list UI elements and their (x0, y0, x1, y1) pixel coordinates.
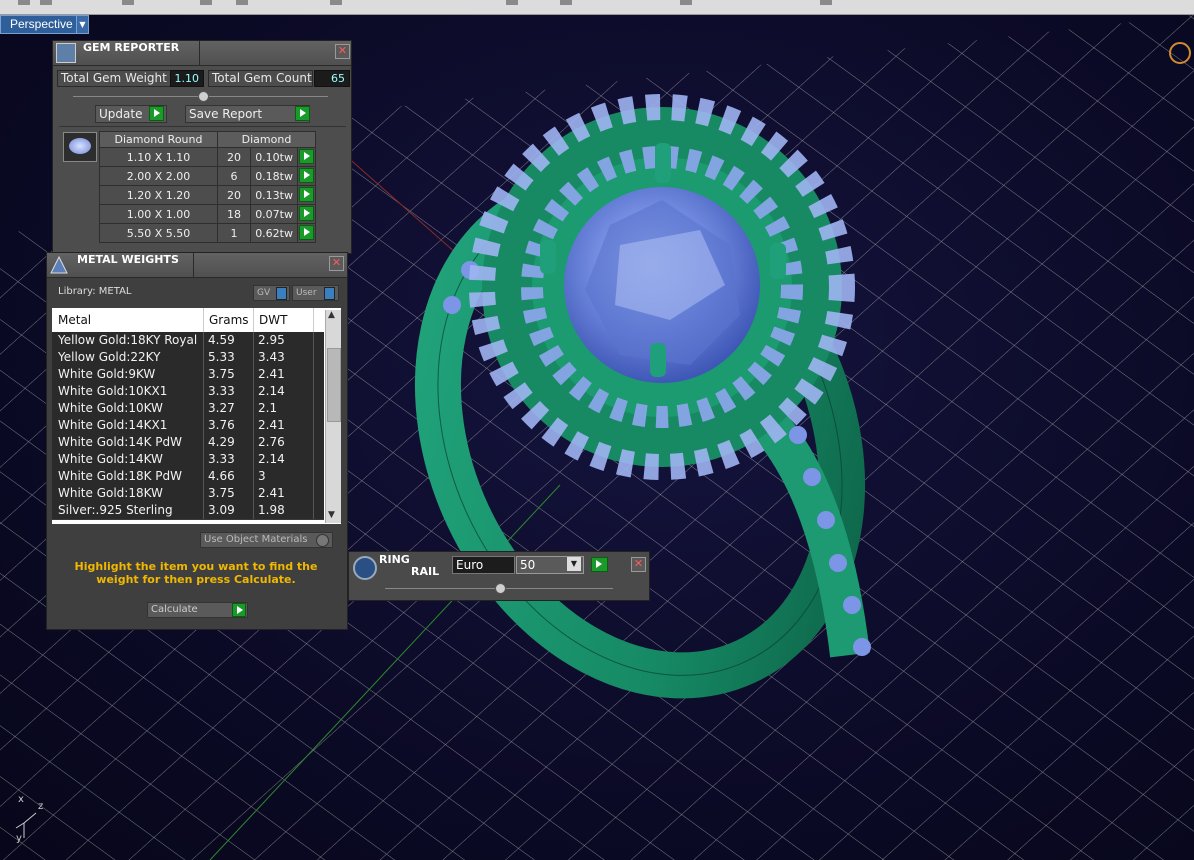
ring-rail-go-icon[interactable] (591, 557, 608, 572)
gem-row[interactable]: 2.00 X 2.00 6 0.18tw (99, 166, 316, 186)
prong (655, 143, 671, 183)
toolbar-icon[interactable] (40, 0, 52, 5)
toolbar-icon[interactable] (122, 0, 134, 5)
calculate-instruction: Highlight the item you want to find the … (74, 560, 318, 586)
gv-toggle-icon[interactable] (276, 287, 287, 300)
scroll-down-icon[interactable]: ▼ (328, 510, 335, 520)
use-object-materials-toggle[interactable]: Use Object Materials (200, 532, 333, 548)
gem-row-select-icon[interactable] (299, 187, 314, 202)
gem-reporter-title: GEM REPORTER (83, 41, 180, 54)
grams-column-header[interactable]: Grams (209, 313, 249, 327)
ring-size-standard-select[interactable]: Euro (452, 556, 515, 574)
dwt-column-header[interactable]: DWT (259, 313, 287, 327)
gem-table: Diamond Round Diamond 1.10 X 1.10 20 0.10t… (99, 131, 316, 243)
metal-row[interactable]: White Gold:14K PdW 4.29 2.76 (52, 434, 324, 452)
gem-row-select-icon[interactable] (299, 206, 314, 221)
metal-table: Metal Grams DWT Yellow Gold:18KY Royal 4.… (52, 308, 341, 524)
metal-column-header[interactable]: Metal (58, 313, 91, 327)
total-gem-weight-label: Total Gem Weight (57, 70, 173, 87)
ring-rail-close-icon[interactable]: ✕ (631, 557, 646, 572)
round-diamond-shape-icon (63, 132, 97, 162)
gem-row[interactable]: 1.10 X 1.10 20 0.10tw (99, 147, 316, 167)
toolbar-icon[interactable] (330, 0, 342, 5)
prong (770, 243, 786, 279)
viewport-menu-arrow-icon[interactable]: ▼ (76, 15, 89, 34)
prong (650, 343, 666, 377)
prong (540, 240, 556, 274)
axis-y-label: y (16, 833, 22, 844)
library-label: Library: METAL (58, 286, 132, 297)
toolbar-icon[interactable] (506, 0, 518, 5)
ring-rail-title-line2: RAIL (411, 565, 440, 578)
metal-weights-icon (49, 255, 69, 275)
gem-reporter-icon (56, 43, 76, 63)
gem-reporter-titlebar[interactable]: GEM REPORTER ✕ (53, 41, 351, 66)
toolbar-icon[interactable] (680, 0, 692, 5)
metal-row[interactable]: Yellow Gold:18KY Royal 4.59 2.95 (52, 332, 324, 350)
metal-row[interactable]: White Gold:14KX1 3.76 2.41 (52, 417, 324, 435)
metal-row[interactable]: White Gold:14KW 3.33 2.14 (52, 451, 324, 469)
save-report-button[interactable]: Save Report (185, 105, 310, 123)
metal-row[interactable]: White Gold:10KX1 3.33 2.14 (52, 383, 324, 401)
metal-row[interactable]: Yellow Gold:22KY 5.33 3.43 (52, 349, 324, 367)
total-gem-count-label: Total Gem Count (208, 70, 313, 87)
gem-header-material: Diamond (217, 131, 316, 148)
metal-table-header: Metal Grams DWT (52, 308, 324, 332)
metal-weights-titlebar[interactable]: METAL WEIGHTS ✕ (47, 253, 347, 278)
metal-row[interactable]: White Gold:10KW 3.27 2.1 (52, 400, 324, 418)
viewport-tab-perspective[interactable]: Perspective (0, 15, 79, 34)
ring-rail-title-line1: RING (379, 553, 410, 566)
gem-row[interactable]: 5.50 X 5.50 1 0.62tw (99, 223, 316, 243)
toolbar-icon[interactable] (200, 0, 212, 5)
metal-row[interactable]: Silver:.925 Sterling 3.09 1.98 (52, 502, 324, 520)
total-gem-count-value: 65 (314, 70, 350, 87)
top-toolbar[interactable] (0, 0, 1194, 15)
metal-row[interactable]: White Gold:18KW 3.75 2.41 (52, 485, 324, 503)
gem-header-shape: Diamond Round (99, 131, 218, 148)
scrollbar-thumb[interactable] (327, 348, 341, 422)
axis-x-label: x (18, 794, 24, 805)
metal-weights-title: METAL WEIGHTS (77, 253, 179, 266)
gem-reporter-slider-knob[interactable] (198, 91, 209, 102)
toolbar-icon[interactable] (236, 0, 248, 5)
metal-row[interactable]: White Gold:9KW 3.75 2.41 (52, 366, 324, 384)
scroll-up-icon[interactable]: ▲ (328, 310, 335, 320)
use-object-materials-radio-icon[interactable] (316, 534, 329, 547)
save-report-go-icon[interactable] (295, 106, 310, 121)
metal-table-scrollbar[interactable]: ▲ ▼ (325, 310, 341, 523)
gem-row[interactable]: 1.00 X 1.00 18 0.07tw (99, 204, 316, 224)
toolbar-icon[interactable] (560, 0, 572, 5)
metal-weights-close-icon[interactable]: ✕ (329, 256, 344, 271)
total-gem-weight-value: 1.10 (170, 70, 204, 87)
gem-reporter-panel: GEM REPORTER ✕ Total Gem Weight 1.10 Tot… (52, 40, 352, 254)
gem-row-select-icon[interactable] (299, 168, 314, 183)
axis-z-label: z (38, 801, 43, 812)
ring-rail-icon (353, 556, 377, 580)
toolbar-icon[interactable] (820, 0, 832, 5)
user-toggle-icon[interactable] (324, 287, 335, 300)
gem-row-select-icon[interactable] (299, 149, 314, 164)
ring-rail-slider-knob[interactable] (495, 583, 506, 594)
gem-row-select-icon[interactable] (299, 225, 314, 240)
update-go-icon[interactable] (149, 106, 164, 121)
calculate-go-icon[interactable] (232, 603, 246, 617)
gem-row[interactable]: 1.20 X 1.20 20 0.13tw (99, 185, 316, 205)
ring-size-dropdown-icon[interactable]: ▼ (567, 557, 581, 571)
gem-reporter-close-icon[interactable]: ✕ (335, 44, 350, 59)
ring-rail-panel: RING RAIL Euro 50 ▼ ✕ (348, 551, 650, 601)
toolbar-icon[interactable] (18, 0, 30, 5)
metal-row[interactable]: White Gold:18K PdW 4.66 3 (52, 468, 324, 486)
